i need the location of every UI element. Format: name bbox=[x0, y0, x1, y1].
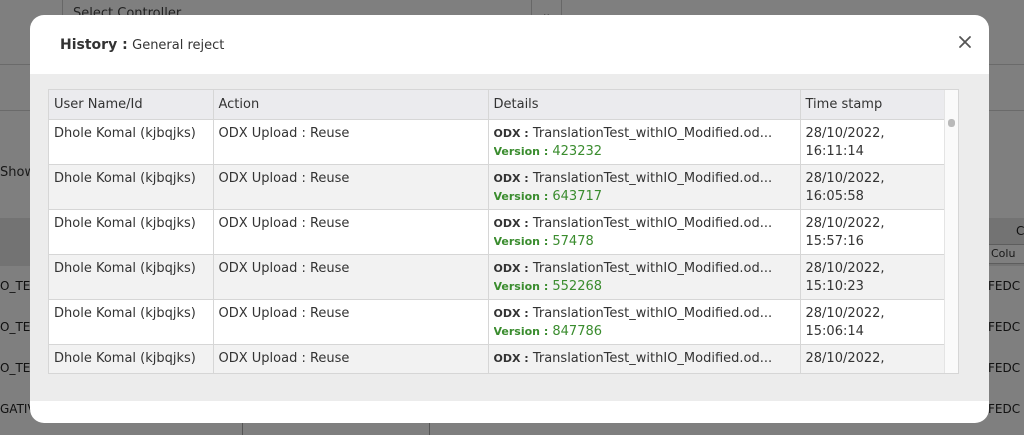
user-cell: Dhole Komal (kjbqjks) bbox=[49, 344, 214, 373]
version-label: Version : bbox=[493, 279, 549, 293]
timestamp-date: 28/10/2022, bbox=[805, 125, 885, 141]
timestamp-date: 28/10/2022, bbox=[805, 215, 885, 231]
details-cell: ODX : TranslationTest_withIO_Modified.od… bbox=[488, 209, 801, 255]
user-cell: Dhole Komal (kjbqjks) bbox=[49, 299, 214, 345]
details-cell: ODX : TranslationTest_withIO_Modified.od… bbox=[488, 254, 801, 300]
scrollbar-thumb[interactable] bbox=[948, 119, 955, 127]
column-header-timestamp[interactable]: Time stamp bbox=[800, 90, 947, 120]
history-table: User Name/Id Action Details Time stamp D… bbox=[49, 90, 947, 373]
odx-file-name: TranslationTest_withIO_Modified.od... bbox=[532, 125, 773, 141]
odx-label: ODX : bbox=[493, 216, 529, 230]
column-header-details[interactable]: Details bbox=[488, 90, 801, 120]
table-row: Dhole Komal (kjbqjks) ODX Upload : Reuse… bbox=[49, 164, 947, 210]
close-icon bbox=[959, 36, 971, 48]
action-cell: ODX Upload : Reuse bbox=[213, 164, 489, 210]
history-table-container: User Name/Id Action Details Time stamp D… bbox=[48, 89, 959, 374]
table-row: Dhole Komal (kjbqjks) ODX Upload : Reuse… bbox=[49, 254, 947, 300]
table-header-row: User Name/Id Action Details Time stamp bbox=[49, 90, 947, 120]
version-label: Version : bbox=[493, 234, 549, 248]
history-modal: History : General reject User Name/Id Ac… bbox=[30, 15, 989, 423]
timestamp-date: 28/10/2022, bbox=[805, 305, 885, 321]
odx-file-name: TranslationTest_withIO_Modified.od... bbox=[532, 305, 773, 321]
column-header-action[interactable]: Action bbox=[213, 90, 489, 120]
odx-file-name: TranslationTest_withIO_Modified.od... bbox=[532, 260, 773, 276]
odx-label: ODX : bbox=[493, 306, 529, 320]
vertical-scrollbar[interactable] bbox=[944, 90, 958, 373]
timestamp-cell: 28/10/2022, 15:57:16 bbox=[800, 209, 947, 255]
timestamp-time: 15:57:16 bbox=[805, 233, 864, 249]
version-value: 57478 bbox=[552, 233, 594, 249]
modal-body: User Name/Id Action Details Time stamp D… bbox=[30, 74, 989, 401]
user-cell: Dhole Komal (kjbqjks) bbox=[49, 119, 214, 165]
version-label: Version : bbox=[493, 144, 549, 158]
timestamp-time: 16:11:14 bbox=[805, 143, 864, 159]
timestamp-cell: 28/10/2022, 16:05:58 bbox=[800, 164, 947, 210]
odx-label: ODX : bbox=[493, 261, 529, 275]
version-label: Version : bbox=[493, 189, 549, 203]
action-cell: ODX Upload : Reuse bbox=[213, 254, 489, 300]
odx-label: ODX : bbox=[493, 171, 529, 185]
action-cell: ODX Upload : Reuse bbox=[213, 299, 489, 345]
odx-label: ODX : bbox=[493, 126, 529, 140]
details-cell: ODX : TranslationTest_withIO_Modified.od… bbox=[488, 119, 801, 165]
timestamp-cell: 28/10/2022, bbox=[800, 344, 947, 373]
timestamp-time: 15:06:14 bbox=[805, 323, 864, 339]
table-row: Dhole Komal (kjbqjks) ODX Upload : Reuse… bbox=[49, 119, 947, 165]
column-header-user[interactable]: User Name/Id bbox=[49, 90, 214, 120]
version-value: 643717 bbox=[552, 188, 603, 204]
user-cell: Dhole Komal (kjbqjks) bbox=[49, 164, 214, 210]
details-cell: ODX : TranslationTest_withIO_Modified.od… bbox=[488, 164, 801, 210]
odx-file-name: TranslationTest_withIO_Modified.od... bbox=[532, 350, 773, 366]
version-label: Version : bbox=[493, 324, 549, 338]
action-cell: ODX Upload : Reuse bbox=[213, 209, 489, 255]
timestamp-cell: 28/10/2022, 15:10:23 bbox=[800, 254, 947, 300]
timestamp-cell: 28/10/2022, 15:06:14 bbox=[800, 299, 947, 345]
timestamp-time: 16:05:58 bbox=[805, 188, 864, 204]
action-cell: ODX Upload : Reuse bbox=[213, 344, 489, 373]
odx-label: ODX : bbox=[493, 351, 529, 365]
modal-title: History : General reject bbox=[60, 37, 224, 53]
user-cell: Dhole Komal (kjbqjks) bbox=[49, 254, 214, 300]
table-row: Dhole Komal (kjbqjks) ODX Upload : Reuse… bbox=[49, 299, 947, 345]
version-value: 423232 bbox=[552, 143, 603, 159]
odx-file-name: TranslationTest_withIO_Modified.od... bbox=[532, 215, 773, 231]
modal-title-label: History : bbox=[60, 36, 128, 53]
close-button[interactable] bbox=[955, 32, 975, 52]
user-cell: Dhole Komal (kjbqjks) bbox=[49, 209, 214, 255]
action-cell: ODX Upload : Reuse bbox=[213, 119, 489, 165]
odx-file-name: TranslationTest_withIO_Modified.od... bbox=[532, 170, 773, 186]
timestamp-date: 28/10/2022, bbox=[805, 260, 885, 276]
timestamp-date: 28/10/2022, bbox=[805, 170, 885, 186]
table-row: Dhole Komal (kjbqjks) ODX Upload : Reuse… bbox=[49, 209, 947, 255]
details-cell: ODX : TranslationTest_withIO_Modified.od… bbox=[488, 344, 801, 373]
modal-header: History : General reject bbox=[30, 15, 989, 74]
version-value: 552268 bbox=[552, 278, 603, 294]
details-cell: ODX : TranslationTest_withIO_Modified.od… bbox=[488, 299, 801, 345]
timestamp-time: 15:10:23 bbox=[805, 278, 864, 294]
modal-title-value: General reject bbox=[132, 37, 225, 53]
timestamp-date: 28/10/2022, bbox=[805, 350, 885, 366]
timestamp-cell: 28/10/2022, 16:11:14 bbox=[800, 119, 947, 165]
version-value: 847786 bbox=[552, 323, 603, 339]
table-row: Dhole Komal (kjbqjks) ODX Upload : Reuse… bbox=[49, 344, 947, 373]
